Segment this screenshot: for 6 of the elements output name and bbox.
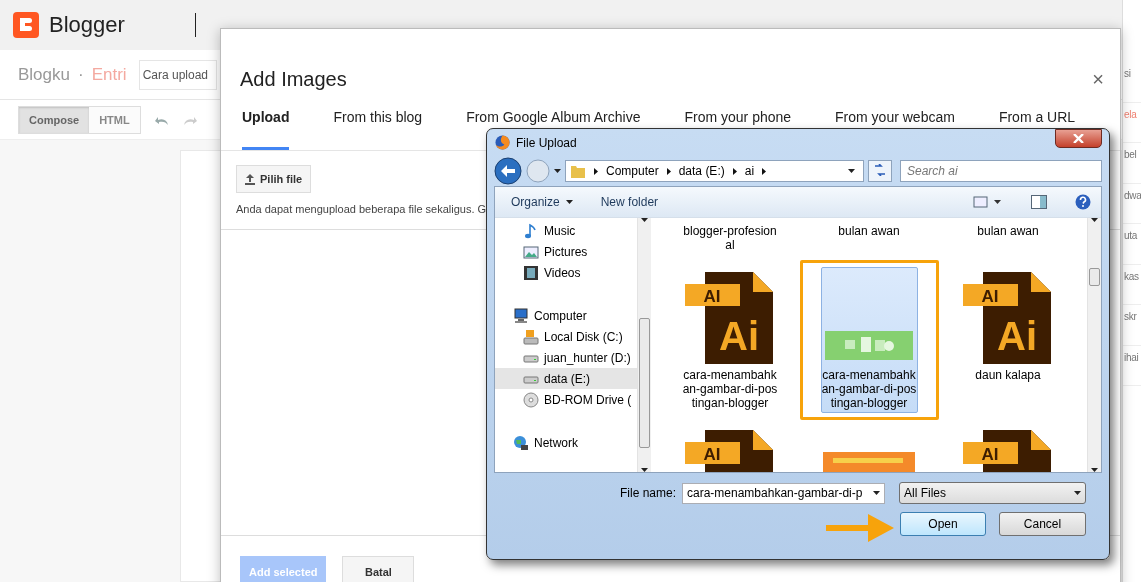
upload-hint: Anda dapat mengupload beberapa file sekaligus. G	[236, 203, 487, 215]
brand-name: Blogger	[49, 12, 125, 38]
separator-dot: ·	[78, 64, 84, 85]
window-title: File Upload	[516, 135, 578, 150]
dialog-title: Add Images	[240, 67, 347, 91]
file-name-label: File name:	[619, 486, 676, 500]
